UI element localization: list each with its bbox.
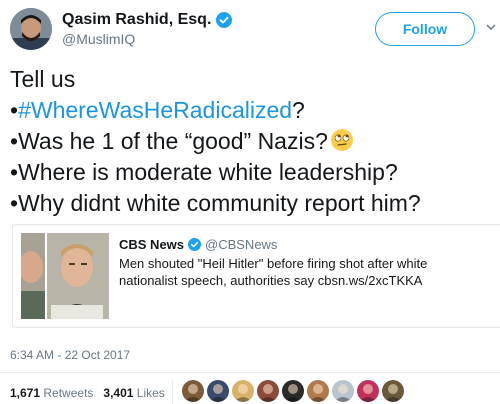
retweets-count: 1,671 <box>10 386 41 400</box>
liker-avatar[interactable] <box>207 380 229 402</box>
likes-count: 3,401 <box>103 386 134 400</box>
tweet-line-2: •#WhereWasHeRadicalized? <box>10 95 495 126</box>
likes-label: Likes <box>136 386 165 400</box>
hashtag-link[interactable]: #WhereWasHeRadicalized <box>18 97 292 123</box>
tweet-timestamp[interactable]: 6:34 AM - 22 Oct 2017 <box>10 348 130 362</box>
chevron-down-icon[interactable] <box>486 22 496 32</box>
avatar[interactable] <box>10 8 52 50</box>
likes-stat[interactable]: 3,401 Likes <box>103 386 164 400</box>
tweet-line-3-text: Was he 1 of the “good” Nazis? <box>18 128 328 154</box>
retweets-label: Retweets <box>43 386 94 400</box>
verified-badge-icon <box>188 238 201 251</box>
liker-avatar[interactable] <box>182 380 204 402</box>
tweet-line-5: •Why didnt white community report him? <box>10 190 421 216</box>
liker-avatar[interactable] <box>332 380 354 402</box>
tweet-text: Tell us •#WhereWasHeRadicalized? •Was he… <box>10 64 495 219</box>
quoted-news-card[interactable]: CBS News @CBSNews Men shouted "Heil Hitl… <box>12 224 500 328</box>
liker-avatar[interactable] <box>307 380 329 402</box>
retweets-stat[interactable]: 1,671 Retweets <box>10 386 93 400</box>
tweet-stats: 1,671 Retweets 3,401 Likes <box>10 386 165 400</box>
hashtag-suffix: ? <box>292 97 305 123</box>
bullet: • <box>10 97 19 123</box>
display-name[interactable]: Qasim Rashid, Esq. <box>62 11 211 29</box>
tweet-header: Qasim Rashid, Esq. @MuslimIQ Follow <box>0 0 500 60</box>
user-handle[interactable]: @MuslimIQ <box>62 31 135 47</box>
bullet: • <box>10 128 19 154</box>
tweet-line-3: •Was he 1 of the “good” Nazis? <box>10 126 495 157</box>
follow-button[interactable]: Follow <box>375 12 475 46</box>
eye-roll-emoji-icon <box>330 129 353 151</box>
tweet-line-4: •Where is moderate white leadership? <box>10 159 398 185</box>
card-author-handle[interactable]: @CBSNews <box>205 237 277 252</box>
liker-avatar[interactable] <box>232 380 254 402</box>
verified-badge-icon <box>216 12 232 28</box>
liker-avatar[interactable] <box>357 380 379 402</box>
divider <box>0 372 500 373</box>
liker-avatar[interactable] <box>282 380 304 402</box>
mugshot-image <box>21 233 109 319</box>
liker-avatar[interactable] <box>382 380 404 402</box>
tweet-line-1: Tell us <box>10 66 76 92</box>
card-author-name[interactable]: CBS News <box>119 237 184 252</box>
stats-separator <box>172 380 173 404</box>
card-text: Men shouted "Heil Hitler" before firing … <box>119 256 428 288</box>
liker-avatar[interactable] <box>257 380 279 402</box>
liker-avatars <box>182 380 404 402</box>
